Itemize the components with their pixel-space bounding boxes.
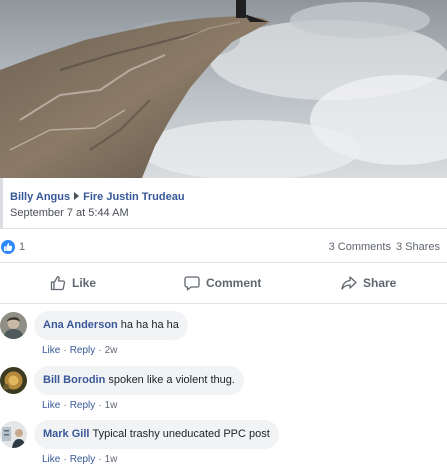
attribution-line: Billy Angus Fire Justin Trudeau [10,191,185,203]
commenter-name[interactable]: Ana Anderson [43,319,118,331]
avatar[interactable] [0,367,27,394]
comment-item: Mark Gill Typical trashy uneducated PPC p… [0,420,447,468]
comment-text: ha ha ha ha [120,319,179,331]
comment-item: Bill Borodin spoken like a violent thug. … [0,366,447,417]
post-stats: 1 3 Comments 3 Shares [0,229,447,263]
thumbs-up-icon [50,276,66,291]
comment-reply-link[interactable]: Reply [70,454,96,465]
shares-count-link[interactable]: 3 Shares [396,241,440,253]
shared-post-attribution: Billy Angus Fire Justin Trudeau September… [0,178,447,229]
share-button-label: Share [363,276,397,290]
caret-right-icon [74,192,80,200]
comment-button[interactable]: Comment [184,273,261,293]
cliff-sky-image [0,0,447,178]
original-author-link[interactable]: Billy Angus [10,191,70,203]
comment-button-label: Comment [206,276,262,290]
commenter-name[interactable]: Mark Gill [43,428,89,440]
like-reaction-icon[interactable] [1,240,15,254]
post-actions: Like Comment Share [0,263,447,304]
comment-meta: Like · Reply · 1w [42,400,118,411]
commenter-name[interactable]: Bill Borodin [43,374,105,386]
comment-text: spoken like a violent thug. [108,374,235,386]
comment-bubble: Mark Gill Typical trashy uneducated PPC p… [34,420,279,449]
comment-reply-link[interactable]: Reply [70,345,96,356]
like-button-label: Like [72,276,97,290]
comment-time[interactable]: 1w [105,454,118,465]
comment-text: Typical trashy uneducated PPC post [92,428,270,440]
post-timestamp[interactable]: September 7 at 5:44 AM [10,207,129,219]
post-photo[interactable] [0,0,447,178]
comment-meta: Like · Reply · 1w [42,454,118,465]
speech-bubble-icon [184,276,200,291]
share-button[interactable]: Share [341,273,396,293]
engagement-counts: 3 Comments 3 Shares [329,241,440,253]
comment-like-link[interactable]: Like [42,400,60,411]
reaction-count[interactable]: 1 [19,241,25,253]
comment-bubble: Ana Anderson ha ha ha ha [34,311,188,340]
comment-time[interactable]: 1w [105,400,118,411]
comment-like-link[interactable]: Like [42,454,60,465]
avatar[interactable] [0,421,27,448]
attribution-bar [0,178,3,229]
comment-like-link[interactable]: Like [42,345,60,356]
comment-time[interactable]: 2w [105,345,118,356]
comment-bubble: Bill Borodin spoken like a violent thug. [34,366,244,395]
group-link[interactable]: Fire Justin Trudeau [83,191,184,203]
avatar[interactable] [0,312,27,339]
comment-meta: Like · Reply · 2w [42,345,118,356]
comment-item: Ana Anderson ha ha ha ha Like · Reply · 2w [0,311,447,362]
like-button[interactable]: Like [50,273,96,293]
comments-count-link[interactable]: 3 Comments [329,241,391,253]
comment-reply-link[interactable]: Reply [70,400,96,411]
share-arrow-icon [341,276,357,290]
